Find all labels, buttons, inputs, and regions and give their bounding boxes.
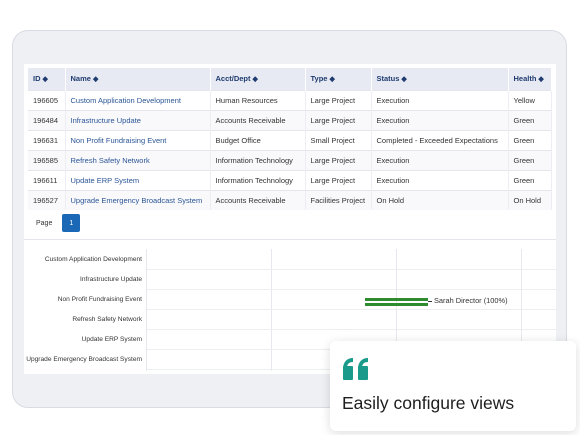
sort-icon[interactable]: ◆ — [93, 76, 98, 83]
table-row[interactable]: 196484 Infrastructure Update Accounts Re… — [28, 109, 552, 130]
cell-dept: Accounts Receivable — [210, 189, 306, 210]
project-panel: ID ◆ Name ◆ Acct/Dept ◆ Type ◆ Status ◆ Healt… — [24, 64, 556, 374]
cell-dept: Information Technology — [210, 169, 306, 190]
table-row[interactable]: 196605 Custom Application Development Hu… — [28, 89, 552, 110]
cell-status: On Hold — [371, 189, 509, 210]
project-name-link[interactable]: Infrastructure Update — [65, 109, 211, 130]
gantt-row-label: Non Profit Fundraising Event — [57, 296, 142, 303]
sort-icon[interactable]: ◆ — [538, 76, 543, 83]
project-name-link[interactable]: Non Profit Fundraising Event — [65, 129, 211, 150]
sort-icon[interactable]: ◆ — [43, 76, 48, 83]
cell-type: Large Project — [305, 89, 372, 110]
gantt-bar-connector — [428, 301, 432, 302]
table-row[interactable]: 196631 Non Profit Fundraising Event Budg… — [28, 129, 552, 150]
quote-icon — [343, 358, 368, 380]
cell-status: Execution — [371, 89, 509, 110]
gantt-bar-label: Sarah Director (100%) — [434, 296, 508, 305]
sort-icon[interactable]: ◆ — [253, 76, 258, 83]
cell-health: Green — [508, 169, 552, 190]
cell-dept: Budget Office — [210, 129, 306, 150]
sort-icon[interactable]: ◆ — [401, 76, 406, 83]
project-name-link[interactable]: Refresh Safety Network — [65, 149, 211, 170]
cell-type: Large Project — [305, 109, 372, 130]
cell-id: 196631 — [28, 129, 66, 150]
column-header-status[interactable]: Status ◆ — [371, 68, 509, 90]
feature-callout: Easily configure views — [330, 341, 576, 431]
table-row[interactable]: 196585 Refresh Safety Network Informatio… — [28, 149, 552, 170]
column-header-health[interactable]: Health ◆ — [508, 68, 552, 90]
project-name-link[interactable]: Upgrade Emergency Broadcast System — [65, 189, 211, 210]
cell-health: Green — [508, 109, 552, 130]
cell-dept: Information Technology — [210, 149, 306, 170]
cell-id: 196585 — [28, 149, 66, 170]
sort-icon[interactable]: ◆ — [329, 76, 334, 83]
cell-type: Small Project — [305, 129, 372, 150]
table-row[interactable]: 196611 Update ERP System Information Tec… — [28, 169, 552, 190]
cell-health: Yellow — [508, 89, 552, 110]
cell-health: Green — [508, 129, 552, 150]
project-name-link[interactable]: Update ERP System — [65, 169, 211, 190]
cell-type: Large Project — [305, 169, 372, 190]
cell-status: Execution — [371, 169, 509, 190]
column-header-id[interactable]: ID ◆ — [28, 68, 66, 90]
cell-health: On Hold — [508, 189, 552, 210]
cell-status: Execution — [371, 149, 509, 170]
gantt-row-label: Upgrade Emergency Broadcast System — [26, 356, 142, 363]
projects-table: ID ◆ Name ◆ Acct/Dept ◆ Type ◆ Status ◆ Healt… — [28, 68, 552, 210]
gantt-row-label: Custom Application Development — [44, 256, 142, 263]
cell-id: 196611 — [28, 169, 66, 190]
table-row[interactable]: 196527 Upgrade Emergency Broadcast Syste… — [28, 189, 552, 210]
cell-id: 196527 — [28, 189, 66, 210]
gantt-bar[interactable] — [365, 298, 428, 301]
cell-dept: Accounts Receivable — [210, 109, 306, 130]
cell-status: Completed - Exceeded Expectations — [371, 129, 509, 150]
project-name-link[interactable]: Custom Application Development — [65, 89, 211, 110]
cell-id: 196605 — [28, 89, 66, 110]
cell-id: 196484 — [28, 109, 66, 130]
cell-type: Large Project — [305, 149, 372, 170]
gantt-gridline — [146, 249, 147, 371]
pagination: Page 1 — [36, 214, 81, 232]
page-1-button[interactable]: 1 — [62, 214, 81, 232]
gantt-row-line — [147, 269, 556, 270]
section-divider — [24, 239, 556, 240]
cell-status: Execution — [371, 109, 509, 130]
table-header-row: ID ◆ Name ◆ Acct/Dept ◆ Type ◆ Status ◆ Healt… — [28, 68, 552, 90]
gantt-bar-progress[interactable] — [365, 303, 428, 306]
callout-caption: Easily configure views — [342, 393, 515, 413]
cell-type: Facilities Project — [305, 189, 372, 210]
gantt-gridline — [271, 249, 272, 371]
gantt-row-line — [147, 329, 556, 330]
gantt-row-label: Infrastructure Update — [80, 276, 142, 283]
column-header-name[interactable]: Name ◆ — [65, 68, 211, 90]
column-header-dept[interactable]: Acct/Dept ◆ — [210, 68, 306, 90]
gantt-row-line — [147, 309, 556, 310]
cell-dept: Human Resources — [210, 89, 306, 110]
gantt-row-label: Refresh Safety Network — [72, 316, 142, 323]
gantt-row-label: Update ERP System — [81, 336, 142, 343]
page-label: Page — [36, 219, 53, 227]
column-header-type[interactable]: Type ◆ — [305, 68, 372, 90]
gantt-row-line — [147, 289, 556, 290]
cell-health: Green — [508, 149, 552, 170]
